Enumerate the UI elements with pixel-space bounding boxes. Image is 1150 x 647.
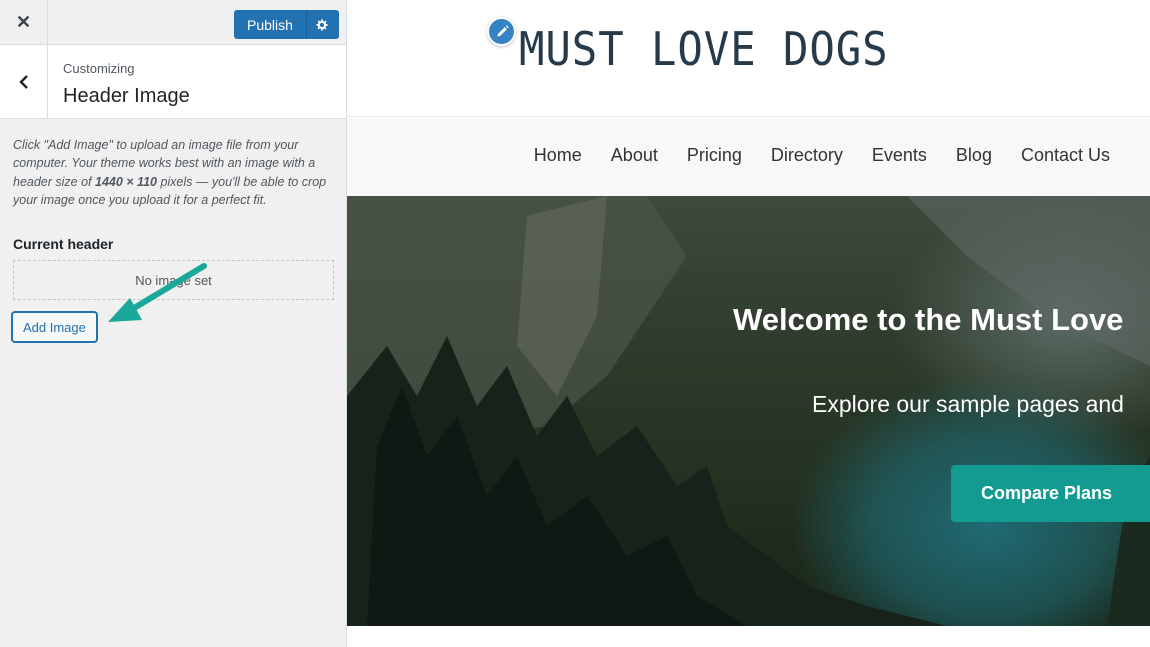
- section-title: Header Image: [63, 85, 190, 107]
- nav-item-blog[interactable]: Blog: [956, 145, 992, 166]
- back-button[interactable]: [0, 45, 48, 119]
- main-navigation: Home About Pricing Directory Events Blog…: [347, 118, 1150, 196]
- page-content-start: [347, 626, 1150, 647]
- description-size: 1440 × 110: [95, 174, 157, 189]
- site-header: MUST LOVE DOGS: [347, 0, 1150, 117]
- nav-item-contact-us[interactable]: Contact Us: [1021, 145, 1110, 166]
- nav-item-events[interactable]: Events: [872, 145, 927, 166]
- publish-button[interactable]: Publish: [234, 10, 306, 39]
- current-header-label: Current header: [13, 236, 114, 252]
- customizer-top-bar: ✕ Publish: [0, 0, 346, 45]
- close-icon: ✕: [15, 12, 32, 32]
- site-logo[interactable]: MUST LOVE DOGS: [519, 22, 889, 76]
- publish-button-group: Publish: [234, 10, 339, 39]
- publish-settings-button[interactable]: [305, 10, 339, 39]
- nav-item-pricing[interactable]: Pricing: [687, 145, 742, 166]
- hero-banner: Welcome to the Must Love Explore our sam…: [347, 196, 1150, 626]
- pencil-icon: [496, 24, 509, 37]
- site-preview: MUST LOVE DOGS Home About Pricing Direct…: [347, 0, 1150, 647]
- nav-item-home[interactable]: Home: [534, 145, 582, 166]
- hero-subtitle: Explore our sample pages and: [812, 391, 1124, 417]
- compare-plans-button[interactable]: Compare Plans: [951, 465, 1150, 522]
- breadcrumb: Customizing: [63, 61, 135, 76]
- annotation-arrow-icon: [108, 263, 207, 322]
- edit-shortcut-button[interactable]: [487, 17, 516, 46]
- nav-item-directory[interactable]: Directory: [771, 145, 843, 166]
- nav-item-about[interactable]: About: [611, 145, 658, 166]
- nav-menu: Home About Pricing Directory Events Blog…: [534, 145, 1110, 166]
- hero-title: Welcome to the Must Love: [733, 302, 1124, 337]
- chevron-left-icon: [18, 75, 28, 89]
- section-header: Customizing Header Image: [0, 45, 346, 119]
- add-image-button[interactable]: Add Image: [12, 312, 97, 342]
- header-image-description: Click "Add Image" to upload an image fil…: [13, 136, 335, 210]
- close-customizer-button[interactable]: ✕: [0, 0, 48, 45]
- gear-icon: [316, 18, 329, 31]
- customizer-sidebar: ✕ Publish Customizing Header Image Click…: [0, 0, 347, 647]
